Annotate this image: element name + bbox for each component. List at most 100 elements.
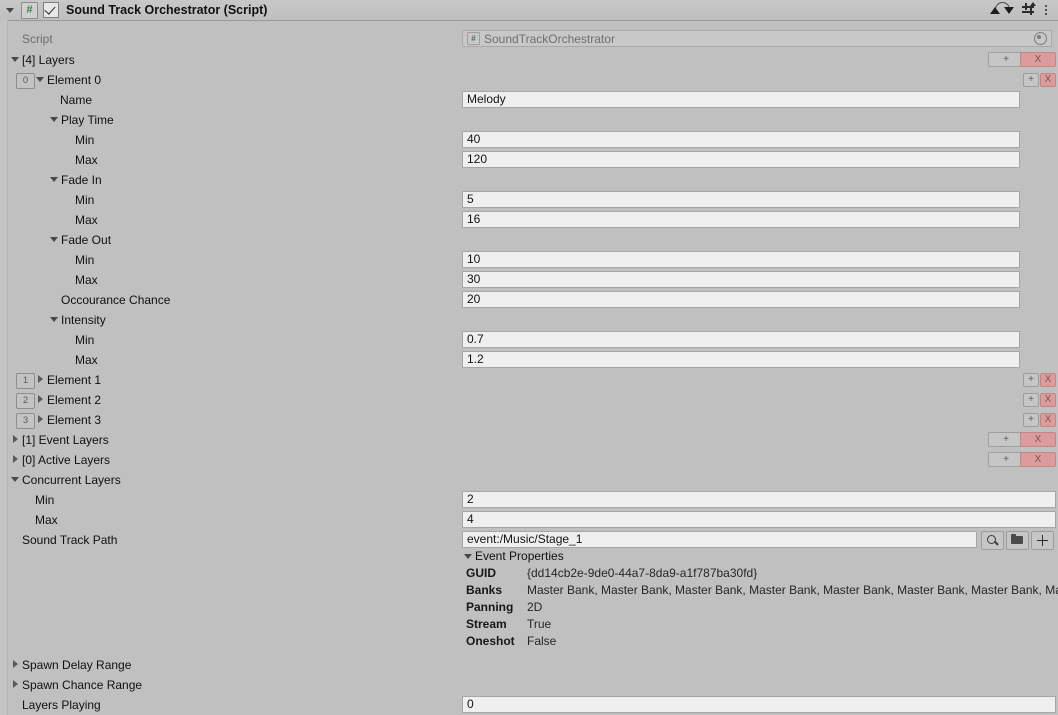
element-0-name-input[interactable]: Melody — [462, 91, 1020, 108]
concurrent-layers-min-input[interactable]: 2 — [462, 491, 1056, 508]
element-1-add-button[interactable]: + — [1023, 373, 1039, 387]
preset-icon[interactable] — [1021, 1, 1037, 19]
row-fade-in-header: Fade In — [0, 170, 1058, 190]
play-time-foldout-triangle-down-icon[interactable] — [48, 110, 61, 130]
element-2-add-button[interactable]: + — [1023, 393, 1039, 407]
event-layers-remove-button[interactable]: X — [1020, 432, 1056, 447]
element-3-remove-button[interactable]: X — [1040, 413, 1056, 427]
spawn-delay-range-foldout-triangle-right-icon[interactable] — [9, 655, 22, 675]
fade-out-min-input[interactable]: 10 — [462, 251, 1020, 268]
active-layers-add-button[interactable]: + — [988, 452, 1024, 467]
element-0-label: Element 0 — [47, 73, 102, 87]
element-2-index-badge[interactable]: 2 — [16, 393, 35, 409]
row-event-property-panning: Panning 2D — [0, 599, 1058, 616]
row-spawn-chance-range: Spawn Chance Range — [0, 675, 1058, 695]
event-property-panning-value: 2D — [527, 600, 543, 614]
play-time-max-label: Max — [75, 153, 98, 167]
reorder-updown-icon[interactable] — [988, 1, 1018, 19]
concurrent-layers-label: Concurrent Layers — [22, 473, 121, 487]
sound-track-path-input[interactable]: event:/Music/Stage_1 — [462, 531, 977, 548]
element-2-remove-button[interactable]: X — [1040, 393, 1056, 407]
element-2-foldout-triangle-right-icon[interactable] — [34, 390, 47, 410]
element-3-foldout-triangle-right-icon[interactable] — [34, 410, 47, 430]
fade-out-max-input[interactable]: 30 — [462, 271, 1020, 288]
component-header[interactable]: # Sound Track Orchestrator (Script) — [0, 0, 1058, 21]
row-concurrent-layers-max: Max 4 — [0, 510, 1058, 530]
layers-playing-input[interactable]: 0 — [462, 696, 1056, 713]
component-foldout-triangle-down-icon[interactable] — [4, 4, 17, 17]
element-0-add-button[interactable]: + — [1023, 73, 1039, 87]
play-time-min-input[interactable]: 40 — [462, 131, 1020, 148]
event-property-oneshot-key: Oneshot — [466, 634, 515, 648]
fade-in-min-label: Min — [75, 193, 95, 207]
row-fade-out-min: Min 10 — [0, 250, 1058, 270]
fade-in-foldout-triangle-down-icon[interactable] — [48, 170, 61, 190]
row-intensity-max: Max 1.2 — [0, 350, 1058, 370]
concurrent-layers-min-label: Min — [35, 493, 55, 507]
intensity-min-input[interactable]: 0.7 — [462, 331, 1020, 348]
element-1-foldout-triangle-right-icon[interactable] — [34, 370, 47, 390]
element-3-add-button[interactable]: + — [1023, 413, 1039, 427]
object-picker-icon[interactable] — [1034, 32, 1047, 45]
row-layers-playing: Layers Playing 0 — [0, 695, 1058, 715]
event-property-stream-key: Stream — [466, 617, 507, 631]
intensity-max-input[interactable]: 1.2 — [462, 351, 1020, 368]
event-layers-add-button[interactable]: + — [988, 432, 1024, 447]
fade-in-min-input[interactable]: 5 — [462, 191, 1020, 208]
element-0-foldout-triangle-down-icon[interactable] — [34, 70, 47, 90]
row-occourance-chance: Occourance Chance 20 — [0, 290, 1058, 310]
row-event-property-oneshot: Oneshot False — [0, 633, 1058, 650]
element-1-remove-button[interactable]: X — [1040, 373, 1056, 387]
inspector-body: Script # SoundTrackOrchestrator [4] Laye… — [0, 20, 1058, 715]
intensity-label: Intensity — [61, 313, 106, 327]
event-layers-foldout-triangle-right-icon[interactable] — [9, 430, 22, 450]
spawn-chance-range-foldout-triangle-right-icon[interactable] — [9, 675, 22, 695]
active-layers-foldout-triangle-right-icon[interactable] — [9, 450, 22, 470]
script-label: Script — [22, 32, 53, 46]
search-icon — [987, 535, 996, 544]
occourance-chance-input[interactable]: 20 — [462, 291, 1020, 308]
concurrent-layers-max-input[interactable]: 4 — [462, 511, 1056, 528]
row-element-1: 1 Element 1 + X — [0, 370, 1058, 390]
element-3-label: Element 3 — [47, 413, 102, 427]
event-layers-label: [1] Event Layers — [22, 433, 109, 447]
fade-out-foldout-triangle-down-icon[interactable] — [48, 230, 61, 250]
row-script: Script # SoundTrackOrchestrator — [0, 29, 1058, 49]
script-object-field[interactable]: # SoundTrackOrchestrator — [462, 30, 1052, 47]
row-event-property-banks: Banks Master Bank, Master Bank, Master B… — [0, 582, 1058, 599]
element-0-name-label: Name — [60, 93, 93, 107]
inspector-panel: # Sound Track Orchestrator (Script) Scri… — [0, 0, 1058, 715]
element-0-index-badge[interactable]: 0 — [16, 73, 35, 89]
row-event-properties-header: Event Properties — [0, 548, 1058, 565]
sound-track-path-label: Sound Track Path — [22, 533, 118, 547]
folder-icon — [1011, 533, 1023, 544]
element-3-index-badge[interactable]: 3 — [16, 413, 35, 429]
play-time-max-input[interactable]: 120 — [462, 151, 1020, 168]
row-element-3: 3 Element 3 + X — [0, 410, 1058, 430]
row-element-0: 0 Element 0 + X — [0, 70, 1058, 90]
event-property-guid-key: GUID — [466, 566, 496, 580]
layers-remove-button[interactable]: X — [1020, 52, 1056, 67]
event-properties-foldout-triangle-down-icon[interactable] — [462, 548, 475, 565]
fade-in-label: Fade In — [61, 173, 102, 187]
fade-in-max-input[interactable]: 16 — [462, 211, 1020, 228]
row-concurrent-layers-header: Concurrent Layers — [0, 470, 1058, 490]
kebab-menu-icon[interactable] — [1039, 1, 1053, 19]
spawn-chance-range-label: Spawn Chance Range — [22, 678, 143, 692]
header-actions — [988, 1, 1058, 19]
row-fade-in-min: Min 5 — [0, 190, 1058, 210]
row-element-2: 2 Element 2 + X — [0, 390, 1058, 410]
layers-foldout-triangle-down-icon[interactable] — [9, 50, 22, 70]
element-0-remove-button[interactable]: X — [1040, 73, 1056, 87]
event-property-banks-key: Banks — [466, 583, 503, 597]
plus-icon — [1032, 532, 1053, 549]
row-sound-track-path: Sound Track Path event:/Music/Stage_1 — [0, 530, 1058, 550]
intensity-foldout-triangle-down-icon[interactable] — [48, 310, 61, 330]
element-1-index-badge[interactable]: 1 — [16, 373, 35, 389]
component-enabled-checkbox[interactable] — [43, 2, 59, 18]
layers-add-button[interactable]: + — [988, 52, 1024, 67]
active-layers-remove-button[interactable]: X — [1020, 452, 1056, 467]
play-time-min-label: Min — [75, 133, 95, 147]
concurrent-layers-foldout-triangle-down-icon[interactable] — [9, 470, 22, 490]
row-event-layers: [1] Event Layers + X — [0, 430, 1058, 450]
